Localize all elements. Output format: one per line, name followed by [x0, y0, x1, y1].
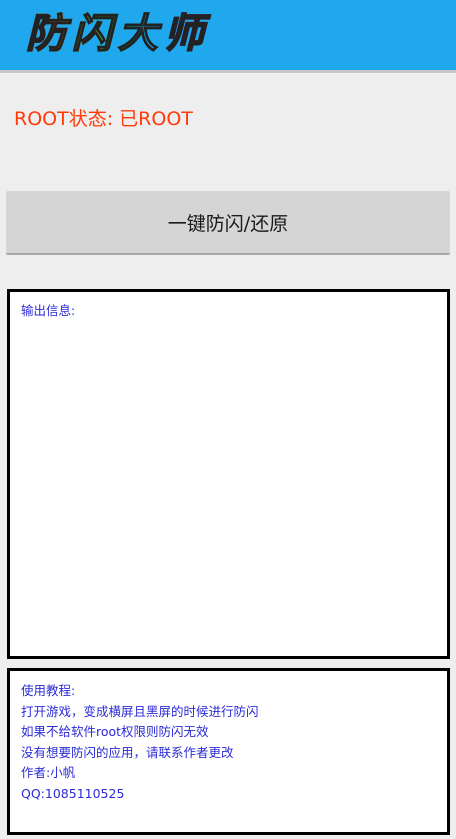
app-header: 防闪大师	[0, 0, 456, 73]
output-log-panel[interactable]: 输出信息:	[7, 289, 450, 659]
tutorial-panel: 使用教程: 打开游戏，变成横屏且黑屏的时候进行防闪 如果不给软件root权限则防…	[7, 668, 450, 835]
output-log-text: 输出信息:	[21, 301, 75, 322]
toggle-anti-flicker-button[interactable]: 一键防闪/还原	[6, 191, 450, 255]
tutorial-line: 没有想要防闪的应用，请联系作者更改	[21, 744, 234, 760]
tutorial-heading: 使用教程:	[21, 683, 76, 698]
root-status-label: ROOT状态: 已ROOT	[14, 108, 193, 130]
app-title: 防闪大师	[25, 8, 210, 60]
tutorial-line: 如果不给软件root权限则防闪无效	[21, 724, 209, 740]
output-log-label: 输出信息:	[21, 303, 76, 318]
tutorial-line: 打开游戏，变成横屏且黑屏的时候进行防闪	[21, 703, 259, 719]
tutorial-text: 使用教程: 打开游戏，变成横屏且黑屏的时候进行防闪 如果不给软件root权限则防…	[21, 681, 259, 805]
author-line: 作者:小帆	[21, 765, 76, 781]
qq-contact-line: QQ:1085110525	[21, 785, 125, 801]
